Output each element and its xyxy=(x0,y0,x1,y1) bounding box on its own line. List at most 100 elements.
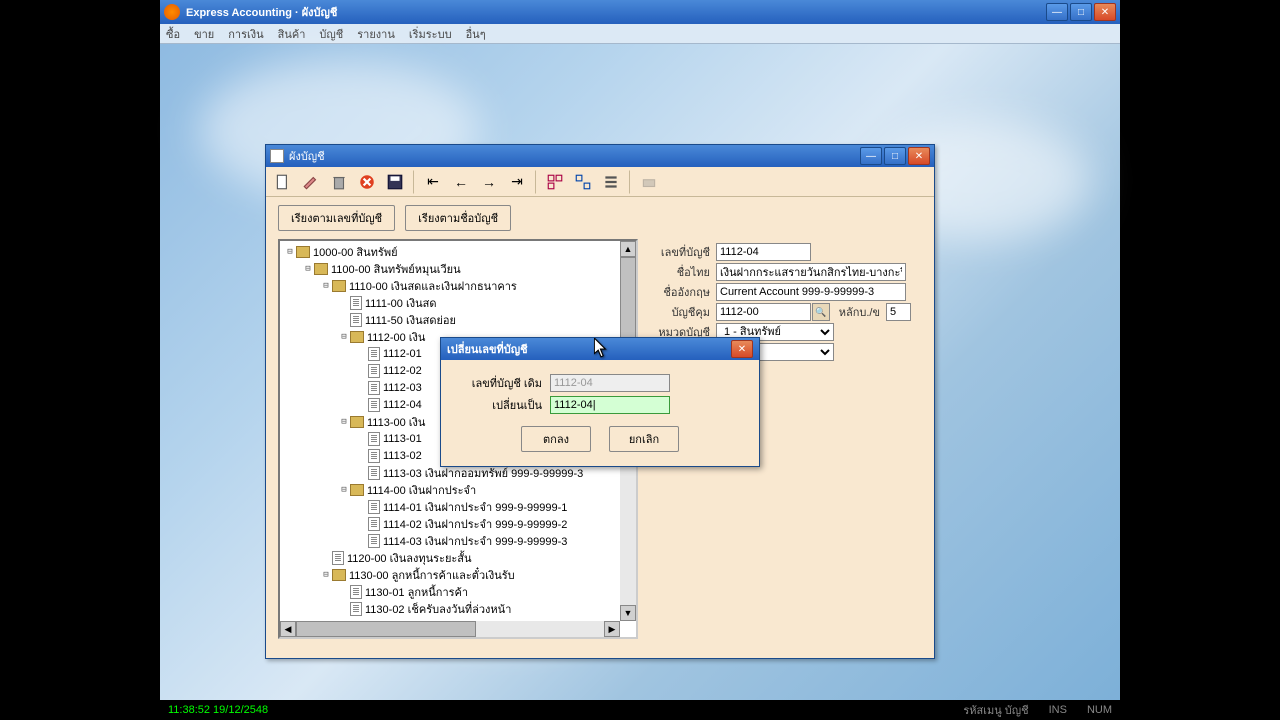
tree-label: 1100-00 สินทรัพย์หมุนเวียน xyxy=(331,260,461,278)
statusbar: 11:38:52 19/12/2548 รหัสเมนู บัญชี INS N… xyxy=(160,700,1120,720)
tree-label: 1112-02 xyxy=(383,365,422,377)
child-close-button[interactable]: ✕ xyxy=(908,147,930,165)
tree-label: 1130-02 เช็ครับลงวันที่ล่วงหน้า xyxy=(365,600,511,618)
file-icon xyxy=(368,517,380,531)
file-icon xyxy=(350,602,362,616)
save-button[interactable] xyxy=(382,170,408,194)
tree-label: 1110-00 เงินสดและเงินฝากธนาคาร xyxy=(349,277,517,295)
folder-icon xyxy=(350,484,364,496)
print-button[interactable] xyxy=(636,170,662,194)
tree-node[interactable]: ⊟1114-00 เงินฝากประจำ xyxy=(282,481,634,498)
tree-node[interactable]: 1130-01 ลูกหนี้การค้า xyxy=(282,583,634,600)
collapse-icon[interactable]: ⊟ xyxy=(320,570,332,580)
maximize-button[interactable]: □ xyxy=(1070,3,1092,21)
menu-account[interactable]: บัญชี xyxy=(319,25,343,43)
folder-icon xyxy=(350,331,364,343)
tree-node[interactable]: 1114-03 เงินฝากประจำ 999-9-99999-3 xyxy=(282,532,634,549)
prev-button[interactable]: ← xyxy=(448,170,474,194)
tree-label: 1000-00 สินทรัพย์ xyxy=(313,243,398,261)
last-button[interactable]: ⇥ xyxy=(504,170,530,194)
tree-label: 1111-00 เงินสด xyxy=(365,294,436,312)
child-title: ผังบัญชี xyxy=(289,147,858,165)
menu-other[interactable]: อื่นๆ xyxy=(466,25,486,43)
old-code-input xyxy=(550,374,670,392)
dialog-close-button[interactable]: ✕ xyxy=(731,340,753,358)
file-icon xyxy=(368,534,380,548)
file-icon xyxy=(368,500,380,514)
menu-inventory[interactable]: สินค้า xyxy=(278,25,306,43)
collapse-icon[interactable]: ⊟ xyxy=(302,264,314,274)
status-ins: INS xyxy=(1049,704,1067,716)
tree-collapse-button[interactable] xyxy=(570,170,596,194)
new-button[interactable] xyxy=(270,170,296,194)
lookup-icon[interactable]: 🔍 xyxy=(812,303,830,321)
change-account-code-dialog: เปลี่ยนเลขที่บัญชี ✕ เลขที่บัญชี เดิม เป… xyxy=(440,337,760,467)
collapse-icon[interactable]: ⊟ xyxy=(338,417,350,427)
child-maximize-button[interactable]: □ xyxy=(884,147,906,165)
menu-report[interactable]: รายงาน xyxy=(357,25,395,43)
eng-name-input[interactable] xyxy=(716,283,906,301)
minimize-button[interactable]: — xyxy=(1046,3,1068,21)
tree-node[interactable]: ⊟1130-00 ลูกหนี้การค้าและตั๋วเงินรับ xyxy=(282,566,634,583)
collapse-icon[interactable]: ⊟ xyxy=(284,247,296,257)
menu-finance[interactable]: การเงิน xyxy=(228,25,263,43)
tree-hscrollbar[interactable]: ◀▶ xyxy=(280,621,620,637)
tree-node[interactable]: ⊟ 1000-00 สินทรัพย์ xyxy=(282,243,634,260)
edit-button[interactable] xyxy=(298,170,324,194)
tree-node[interactable]: 1114-01 เงินฝากประจำ 999-9-99999-1 xyxy=(282,498,634,515)
tree-node[interactable]: ⊟ 1110-00 เงินสดและเงินฝากธนาคาร xyxy=(282,277,634,294)
status-num: NUM xyxy=(1087,704,1112,716)
tree-expand-button[interactable] xyxy=(542,170,568,194)
unit-input[interactable] xyxy=(886,303,911,321)
tree-node[interactable]: 1130-02 เช็ครับลงวันที่ล่วงหน้า xyxy=(282,600,634,617)
account-code-input[interactable] xyxy=(716,243,811,261)
status-time: 11:38:52 19/12/2548 xyxy=(168,704,943,716)
tree-node[interactable]: 1114-02 เงินฝากประจำ 999-9-99999-2 xyxy=(282,515,634,532)
tree-node[interactable]: 1120-00 เงินลงทุนระยะสั้น xyxy=(282,549,634,566)
label-old-code: เลขที่บัญชี เดิม xyxy=(457,374,542,392)
first-button[interactable]: ⇤ xyxy=(420,170,446,194)
list-button[interactable] xyxy=(598,170,624,194)
new-code-input[interactable] xyxy=(550,396,670,414)
label-parent: บัญชีคุม xyxy=(648,303,710,321)
tree-node[interactable]: 1111-00 เงินสด xyxy=(282,294,634,311)
menu-system[interactable]: เริ่มระบบ xyxy=(409,25,452,43)
tree-node[interactable]: ⊟ 1100-00 สินทรัพย์หมุนเวียน xyxy=(282,260,634,277)
sort-by-name-button[interactable]: เรียงตามชื่อบัญชี xyxy=(405,205,511,231)
dialog-cancel-button[interactable]: ยกเลิก xyxy=(609,426,679,452)
folder-icon xyxy=(332,280,346,292)
tree-node[interactable]: 1111-50 เงินสดย่อย xyxy=(282,311,634,328)
label-account-code: เลขที่บัญชี xyxy=(648,243,710,261)
tree-label: 1130-01 ลูกหนี้การค้า xyxy=(365,583,468,601)
next-button[interactable]: → xyxy=(476,170,502,194)
sort-by-code-button[interactable]: เรียงตามเลขที่บัญชี xyxy=(278,205,395,231)
menu-buy[interactable]: ซื้อ xyxy=(166,25,180,43)
child-minimize-button[interactable]: — xyxy=(860,147,882,165)
collapse-icon[interactable]: ⊟ xyxy=(320,281,332,291)
menubar: ซื้อ ขาย การเงิน สินค้า บัญชี รายงาน เริ… xyxy=(160,24,1120,44)
file-icon xyxy=(368,449,380,463)
label-new-code: เปลี่ยนเป็น xyxy=(457,396,542,414)
thai-name-input[interactable] xyxy=(716,263,906,281)
delete-button[interactable] xyxy=(326,170,352,194)
label-eng-name: ชื่ออังกฤษ xyxy=(648,283,710,301)
tree-label: 1113-00 เงิน xyxy=(367,413,425,431)
child-titlebar[interactable]: ผังบัญชี — □ ✕ xyxy=(266,145,934,167)
ok-button[interactable]: ตกลง xyxy=(521,426,591,452)
cancel-icon[interactable] xyxy=(354,170,380,194)
close-button[interactable]: ✕ xyxy=(1094,3,1116,21)
label-thai-name: ชื่อไทย xyxy=(648,263,710,281)
file-icon xyxy=(350,585,362,599)
parent-account-input[interactable] xyxy=(716,303,811,321)
file-icon xyxy=(350,313,362,327)
collapse-icon[interactable]: ⊟ xyxy=(338,332,350,342)
menu-sell[interactable]: ขาย xyxy=(194,25,214,43)
collapse-icon[interactable]: ⊟ xyxy=(338,485,350,495)
file-icon xyxy=(368,364,380,378)
document-icon xyxy=(270,149,284,163)
dialog-titlebar[interactable]: เปลี่ยนเลขที่บัญชี ✕ xyxy=(441,338,759,360)
file-icon xyxy=(368,347,380,361)
separator xyxy=(629,170,631,194)
folder-icon xyxy=(296,246,310,258)
file-icon xyxy=(368,466,380,480)
